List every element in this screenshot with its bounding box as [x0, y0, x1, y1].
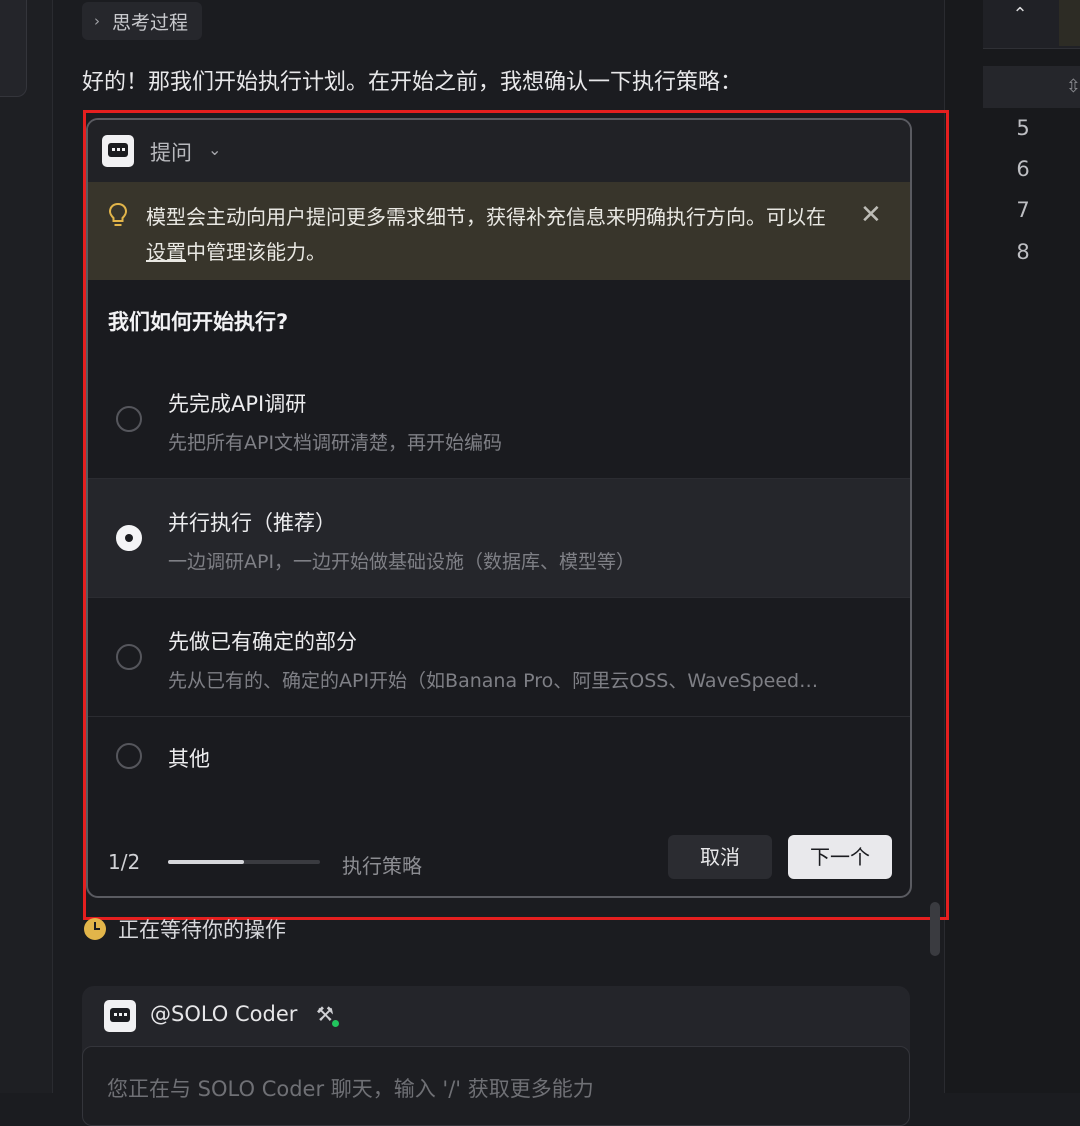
question-card-title: 提问 — [150, 141, 192, 165]
line-number: 7 — [1016, 198, 1030, 222]
chat-scrollbar[interactable] — [930, 902, 940, 956]
tip-text-part: 中管理该能力。 — [186, 240, 326, 264]
tools-icon[interactable]: ⚒ — [316, 1002, 339, 1027]
editor-panel: ⌃ ⇳ 5 6 7 8 — [944, 0, 1080, 1093]
status-waiting: 正在等待你的操作 — [84, 914, 286, 944]
radio-button[interactable] — [116, 743, 142, 769]
chevron-right-icon: › — [94, 12, 100, 30]
close-icon[interactable]: ✕ — [860, 200, 882, 230]
lightbulb-icon — [108, 202, 128, 226]
option-desc: 一边调研API，一边开始做基础设施（数据库、模型等） — [168, 551, 636, 573]
option-title: 先做已有确定的部分 — [168, 630, 357, 654]
question-title: 我们如何开始执行? — [108, 310, 289, 334]
next-button[interactable]: 下一个 — [788, 835, 892, 879]
editor-toolbar: ⇳ — [983, 66, 1080, 108]
left-rail — [0, 0, 53, 1093]
step-progress — [168, 860, 320, 864]
step-counter: 1/2 — [108, 850, 141, 874]
option-desc: 先从已有的、确定的API开始（如Banana Pro、阿里云OSS、WaveSp… — [168, 670, 819, 692]
thinking-label: 思考过程 — [112, 11, 189, 34]
status-text: 正在等待你的操作 — [118, 918, 286, 942]
line-number: 6 — [1016, 157, 1030, 181]
option-title: 先完成API调研 — [168, 392, 307, 416]
agent-name[interactable]: @SOLO Coder — [150, 1002, 297, 1026]
tip-banner: 模型会主动向用户提问更多需求细节，获得补充信息来明确执行方向。可以在设置中管理该… — [88, 182, 910, 280]
clock-icon — [84, 918, 106, 940]
collapse-icon[interactable]: ⌃ — [1005, 0, 1035, 30]
expand-vertical-icon[interactable]: ⇳ — [1066, 76, 1080, 97]
cancel-button[interactable]: 取消 — [668, 835, 772, 879]
step-progress-fill — [168, 860, 244, 864]
editor-tab-active[interactable] — [1059, 0, 1080, 46]
question-card: 提问 ⌄ 模型会主动向用户提问更多需求细节，获得补充信息来明确执行方向。可以在设… — [86, 118, 912, 898]
tip-text-part: 模型会主动向用户提问更多需求细节，获得补充信息来明确执行方向。可以在 — [146, 205, 826, 229]
option-other[interactable]: 其他 — [88, 717, 910, 807]
chat-input[interactable]: 您正在与 SOLO Coder 聊天，输入 '/' 获取更多能力 — [82, 1046, 910, 1126]
line-number: 5 — [1016, 116, 1030, 140]
assistant-message: 好的！那我们开始执行计划。在开始之前，我想确认一下执行策略： — [82, 70, 743, 95]
option-desc: 先把所有API文档调研清楚，再开始编码 — [168, 432, 503, 454]
online-dot — [332, 1020, 339, 1027]
option-api-research[interactable]: 先完成API调研 先把所有API文档调研清楚，再开始编码 — [88, 360, 910, 479]
option-known-first[interactable]: 先做已有确定的部分 先从已有的、确定的API开始（如Banana Pro、阿里云… — [88, 598, 910, 717]
option-parallel[interactable]: 并行执行（推荐） 一边调研API，一边开始做基础设施（数据库、模型等） — [88, 479, 910, 598]
rail-tab[interactable] — [0, 0, 27, 97]
option-title: 并行执行（推荐） — [168, 511, 336, 535]
settings-link[interactable]: 设置 — [146, 240, 186, 264]
radio-button[interactable] — [116, 644, 142, 670]
thinking-toggle[interactable]: › 思考过程 — [82, 2, 203, 40]
tip-text: 模型会主动向用户提问更多需求细节，获得补充信息来明确执行方向。可以在设置中管理该… — [146, 200, 826, 270]
bot-icon — [104, 1000, 136, 1032]
line-number: 8 — [1016, 240, 1030, 264]
bot-icon — [102, 135, 134, 167]
question-card-header[interactable]: 提问 ⌄ — [88, 120, 910, 182]
composer: @SOLO Coder ⚒ 您正在与 SOLO Coder 聊天，输入 '/' … — [82, 986, 910, 1126]
step-label: 执行策略 — [342, 854, 422, 878]
radio-button[interactable] — [116, 406, 142, 432]
chevron-collapse-icon[interactable]: ⌄ — [208, 140, 221, 159]
option-title: 其他 — [168, 747, 210, 771]
radio-button-selected[interactable] — [116, 525, 142, 551]
